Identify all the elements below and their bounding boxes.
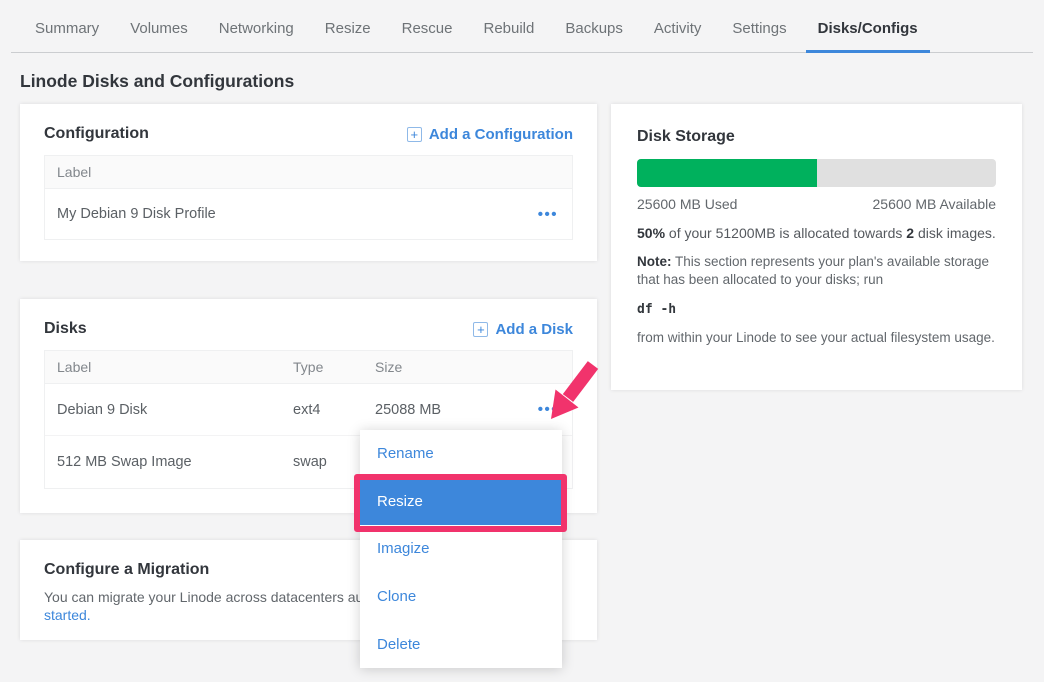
add-configuration-label: Add a Configuration [429, 126, 573, 143]
storage-allocation-text: 50% of your 51200MB is allocated towards… [637, 225, 996, 241]
configuration-row-actions-icon[interactable]: ••• [538, 206, 558, 223]
note-label: Note: [637, 254, 672, 269]
menu-item-clone[interactable]: Clone [360, 573, 562, 621]
plus-box-icon: + [473, 322, 488, 337]
storage-used-label: 25600 MB Used [637, 196, 737, 212]
disks-panel-title: Disks [44, 320, 87, 338]
storage-progress-fill [637, 159, 817, 187]
add-disk-button[interactable]: + Add a Disk [473, 321, 573, 338]
menu-item-rename[interactable]: Rename [360, 430, 562, 478]
linode-disks-configs-screen: Summary Volumes Networking Resize Rescue… [0, 0, 1044, 682]
disk-row-type: ext4 [281, 402, 363, 418]
disks-col-label: Label [45, 359, 281, 375]
configuration-table: Label My Debian 9 Disk Profile ••• [44, 155, 573, 240]
disk-row-debian[interactable]: Debian 9 Disk ext4 25088 MB ••• [45, 384, 572, 436]
disk-row-type: swap [281, 454, 363, 470]
config-col-label: Label [45, 164, 512, 180]
allocation-percent: 50% [637, 225, 665, 241]
tab-backups[interactable]: Backups [553, 0, 635, 53]
disk-actions-context-menu: Rename Resize Imagize Clone Delete [360, 430, 562, 668]
configuration-row[interactable]: My Debian 9 Disk Profile ••• [45, 189, 572, 239]
disks-col-size: Size [363, 359, 503, 375]
df-command-code: df -h [637, 302, 996, 317]
allocation-middle: of your 51200MB is allocated towards [665, 225, 906, 241]
disk-row-actions-icon[interactable]: ••• [538, 401, 558, 418]
tab-networking[interactable]: Networking [207, 0, 306, 53]
configuration-row-label: My Debian 9 Disk Profile [45, 206, 512, 222]
tab-disks-configs[interactable]: Disks/Configs [806, 0, 930, 53]
tab-resize[interactable]: Resize [313, 0, 383, 53]
disk-row-label: 512 MB Swap Image [45, 454, 281, 470]
add-disk-label: Add a Disk [495, 321, 573, 338]
plus-box-icon: + [407, 127, 422, 142]
disk-row-size: 25088 MB [363, 402, 503, 418]
disk-row-label: Debian 9 Disk [45, 402, 281, 418]
tab-activity[interactable]: Activity [642, 0, 714, 53]
tab-volumes[interactable]: Volumes [118, 0, 200, 53]
disk-storage-title: Disk Storage [637, 128, 996, 146]
tab-bar: Summary Volumes Networking Resize Rescue… [11, 0, 1033, 53]
allocation-count: 2 [906, 225, 914, 241]
tab-rebuild[interactable]: Rebuild [471, 0, 546, 53]
add-configuration-button[interactable]: + Add a Configuration [407, 126, 573, 143]
allocation-end: disk images. [914, 225, 996, 241]
storage-note: Note: This section represents your plan'… [637, 253, 996, 289]
menu-item-imagize[interactable]: Imagize [360, 525, 562, 573]
tab-settings[interactable]: Settings [720, 0, 798, 53]
disks-col-type: Type [281, 359, 363, 375]
migration-panel-title: Configure a Migration [44, 561, 209, 579]
configuration-panel: Configuration + Add a Configuration Labe… [20, 104, 597, 261]
tab-summary[interactable]: Summary [23, 0, 111, 53]
menu-item-resize[interactable]: Resize [360, 478, 562, 526]
page-title: Linode Disks and Configurations [20, 71, 294, 92]
storage-available-label: 25600 MB Available [873, 196, 997, 212]
storage-footer-text: from within your Linode to see your actu… [637, 329, 996, 347]
storage-progress-bar [637, 159, 996, 187]
tab-rescue[interactable]: Rescue [390, 0, 465, 53]
menu-item-delete[interactable]: Delete [360, 620, 562, 668]
disk-storage-panel: Disk Storage 25600 MB Used 25600 MB Avai… [611, 104, 1022, 390]
configuration-panel-title: Configuration [44, 125, 149, 143]
migration-started-link[interactable]: started. [44, 607, 91, 623]
note-text: This section represents your plan's avai… [637, 254, 989, 287]
